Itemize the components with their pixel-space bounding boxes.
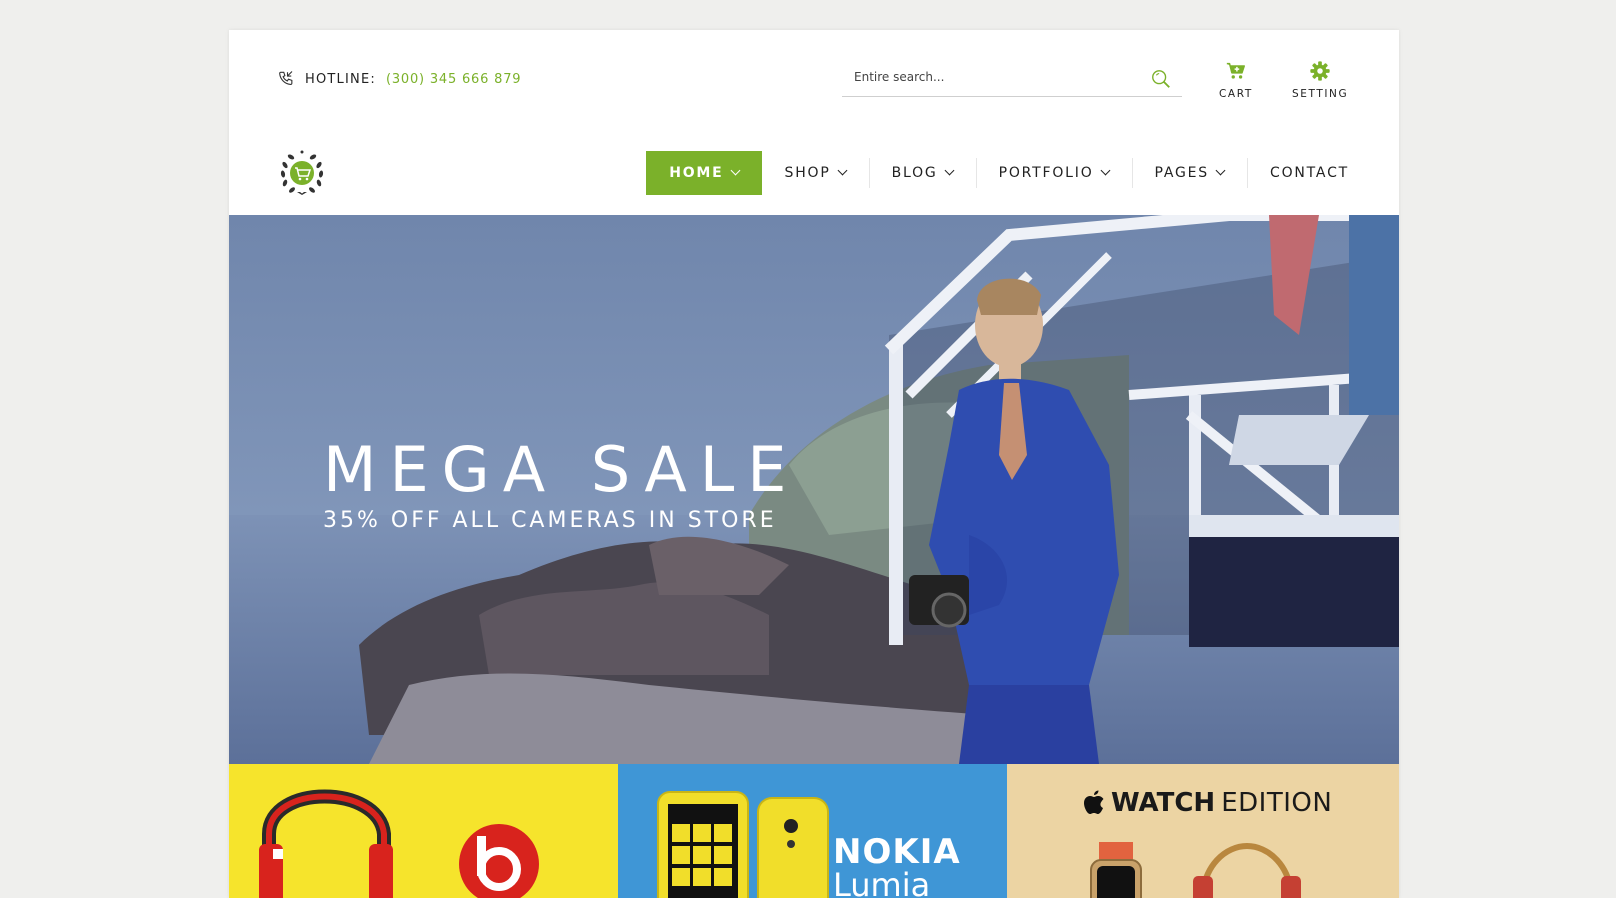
logo-icon[interactable] <box>277 148 327 198</box>
cart-label: CART <box>1219 88 1253 100</box>
nav-blog-label: BLOG <box>891 165 938 181</box>
watch-image <box>1090 842 1301 898</box>
nav-item-home[interactable]: HOME <box>646 151 762 195</box>
phone-image <box>657 791 829 898</box>
cart-icon <box>1226 62 1245 79</box>
nav-item-shop[interactable]: SHOP <box>762 151 869 195</box>
hotline-number[interactable]: (300) 345 666 879 <box>386 72 521 87</box>
hero-slider[interactable]: MEGA SALE 35% OFF ALL CAMERAS IN STORE <box>229 215 1399 764</box>
setting-button[interactable]: SETTING <box>1292 60 1348 100</box>
hotline-label: HOTLINE: <box>305 71 376 87</box>
hero-title: MEGA SALE <box>323 433 800 506</box>
phone-icon <box>279 71 293 85</box>
nav-shop-label: SHOP <box>784 165 831 181</box>
search-input[interactable] <box>842 62 1166 92</box>
chevron-down-icon <box>1100 165 1110 176</box>
setting-label: SETTING <box>1292 88 1349 100</box>
cart-button[interactable]: CART <box>1219 60 1253 100</box>
chevron-down-icon <box>730 165 740 176</box>
nav-item-contact[interactable]: CONTACT <box>1247 151 1349 195</box>
banner-watch[interactable]: WATCH EDITION <box>1007 764 1399 898</box>
banner-nokia[interactable]: NOKIA Lumia <box>618 764 1007 898</box>
nav-item-pages[interactable]: PAGES <box>1131 151 1247 195</box>
nav-item-blog[interactable]: BLOG <box>868 151 976 195</box>
headphones-image <box>259 789 539 898</box>
gear-icon <box>1310 61 1330 81</box>
chevron-down-icon <box>944 165 955 176</box>
search-icon[interactable] <box>1150 68 1172 90</box>
main-nav: HOME SHOP BLOG PORTFOLIO PAGES CONTACT <box>646 151 1349 195</box>
hero-subtitle: 35% OFF ALL CAMERAS IN STORE <box>323 508 777 533</box>
nav-pages-label: PAGES <box>1154 165 1209 181</box>
chevron-down-icon <box>837 165 848 176</box>
nav-portfolio-label: PORTFOLIO <box>998 165 1094 181</box>
search-bar <box>842 62 1182 97</box>
banner-headphones[interactable] <box>229 764 618 898</box>
page-container: HOTLINE: (300) 345 666 879 CART <box>229 30 1399 898</box>
chevron-down-icon <box>1215 165 1226 176</box>
nav-contact-label: CONTACT <box>1270 165 1349 181</box>
nav-item-portfolio[interactable]: PORTFOLIO <box>975 151 1132 195</box>
nav-home-label: HOME <box>669 165 724 181</box>
hotline: HOTLINE: (300) 345 666 879 <box>277 70 521 88</box>
nokia-model: Lumia <box>833 866 931 898</box>
